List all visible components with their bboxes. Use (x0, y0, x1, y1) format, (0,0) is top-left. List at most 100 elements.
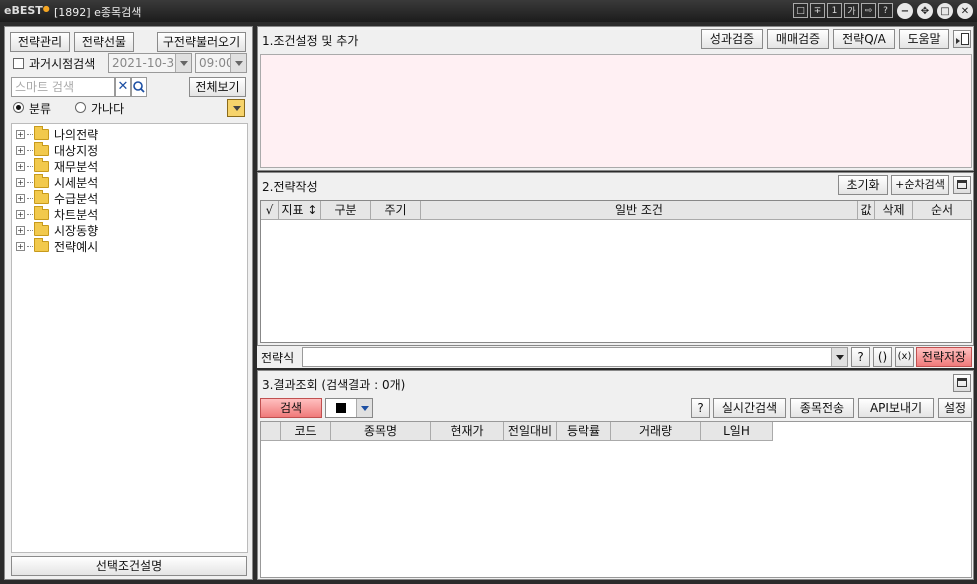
col-period[interactable]: 주기 (371, 201, 421, 220)
expand-panel-icon[interactable] (953, 374, 971, 392)
strategy-build-panel: 2.전략작성 초기화 +순차검색 √ 지표 ↕ 구분 주기 일반 조건 값 삭제… (257, 172, 974, 346)
send-stocks-button[interactable]: 종목전송 (790, 398, 854, 418)
col-change[interactable]: 전일대비 (504, 422, 557, 441)
col-change-rate[interactable]: 등락률 (557, 422, 611, 441)
radio-category[interactable] (13, 102, 24, 113)
expand-icon[interactable]: + (16, 209, 25, 219)
radio-alphabetical[interactable] (75, 102, 86, 113)
expand-icon[interactable]: + (16, 193, 25, 203)
tree-item[interactable]: + 시장동향 (16, 221, 98, 238)
folder-menu-icon[interactable] (227, 99, 245, 117)
folder-icon (34, 189, 49, 204)
tree-item[interactable]: + 나의전략 (16, 125, 98, 142)
expand-icon[interactable]: + (16, 129, 25, 139)
tree-item[interactable]: + 수급분석 (16, 189, 98, 206)
link-group-icon[interactable]: 1 (827, 3, 842, 18)
realtime-search-button[interactable]: 실시간검색 (713, 398, 786, 418)
col-condition[interactable]: 일반 조건 (421, 201, 858, 220)
expand-icon[interactable]: + (16, 145, 25, 155)
results-panel: 3.결과조회 (검색결과 : 0개) 검색 ? 실시간검색 종목전송 API보내… (257, 370, 974, 580)
left-panel: 전략관리 전략선물 구전략불러오기 과거시점검색 2021-10-30 09:0… (4, 26, 253, 580)
strategy-grid: √ 지표 ↕ 구분 주기 일반 조건 값 삭제 순서 (260, 200, 972, 343)
color-dropdown-icon[interactable] (356, 399, 372, 417)
help-icon[interactable]: ? (878, 3, 893, 18)
not-button[interactable]: (x) (895, 347, 914, 367)
save-strategy-button[interactable]: 전략저장 (916, 347, 972, 367)
app-logo: eBEST● (4, 4, 50, 17)
panel-layout-icon[interactable] (953, 30, 971, 48)
search-icon[interactable] (131, 77, 147, 97)
strategy-expression-input[interactable] (302, 347, 848, 367)
col-delete[interactable]: 삭제 (875, 201, 913, 220)
condition-area[interactable] (260, 54, 972, 168)
view-all-button[interactable]: 전체보기 (189, 77, 246, 97)
font-size-icon[interactable]: 가 (844, 3, 859, 18)
window-mode-icon[interactable]: □ (793, 3, 808, 18)
clear-icon[interactable]: ✕ (115, 77, 131, 97)
maximize-icon[interactable]: □ (937, 3, 953, 19)
time-dropdown-icon[interactable] (230, 54, 246, 72)
reset-button[interactable]: 초기화 (838, 175, 888, 195)
paren-button[interactable]: () (873, 347, 892, 367)
strategy-tree: + 나의전략 + 대상지정 + 재무분석 + 시세분석 + 수급분석 + 차트분석 + 시장동… (11, 123, 248, 553)
help-button[interactable]: 도움말 (899, 29, 949, 49)
expand-icon[interactable]: + (16, 225, 25, 235)
col-order[interactable]: 순서 (913, 201, 971, 220)
results-help-button[interactable]: ? (691, 398, 710, 418)
strategy-qa-button[interactable]: 전략Q/A (833, 29, 895, 49)
api-export-button[interactable]: API보내기 (858, 398, 934, 418)
collapse-panel-icon[interactable] (953, 176, 971, 194)
results-grid-header: 코드 종목명 현재가 전일대비 등락률 거래량 L일H (261, 422, 773, 441)
col-extra[interactable]: L일H (701, 422, 773, 441)
col-check[interactable]: √ (261, 201, 279, 220)
date-dropdown-icon[interactable] (175, 54, 191, 72)
sequential-search-button[interactable]: +순차검색 (891, 175, 949, 195)
folder-icon (34, 157, 49, 172)
col-volume[interactable]: 거래량 (611, 422, 701, 441)
section1-title: 1.조건설정 및 추가 (262, 34, 359, 48)
condition-description-button[interactable]: 선택조건설명 (11, 556, 247, 576)
condition-setup-panel: 1.조건설정 및 추가 성과검증 매매검증 전략Q/A 도움말 (257, 26, 974, 171)
tree-item[interactable]: + 시세분석 (16, 173, 98, 190)
col-code[interactable]: 코드 (281, 422, 331, 441)
color-select[interactable] (325, 398, 373, 418)
tree-item[interactable]: + 전략예시 (16, 237, 98, 254)
radio-category-label: 분류 (29, 102, 52, 116)
col-value[interactable]: 값 (858, 201, 875, 220)
expression-help-button[interactable]: ? (851, 347, 870, 367)
export-icon[interactable]: ⇨ (861, 3, 876, 18)
minimize-icon[interactable]: − (897, 3, 913, 19)
pin-icon[interactable]: ∓ (810, 3, 825, 18)
tree-item[interactable]: + 차트분석 (16, 205, 98, 222)
expand-icon[interactable]: + (16, 241, 25, 251)
strategy-expression-row: 전략식 ? () (x) 전략저장 (257, 346, 974, 368)
move-icon[interactable]: ✥ (917, 3, 933, 19)
folder-icon (34, 173, 49, 188)
expand-icon[interactable]: + (16, 161, 25, 171)
folder-icon (34, 205, 49, 220)
col-type[interactable]: 구분 (321, 201, 371, 220)
strategy-manage-button[interactable]: 전략관리 (10, 32, 70, 52)
past-search-checkbox[interactable] (13, 58, 24, 69)
tree-item[interactable]: + 대상지정 (16, 141, 98, 158)
settings-button[interactable]: 설정 (938, 398, 972, 418)
col-indicator[interactable]: 지표 ↕ (279, 201, 321, 220)
performance-verify-button[interactable]: 성과검증 (701, 29, 763, 49)
load-old-strategy-button[interactable]: 구전략불러오기 (157, 32, 246, 52)
section3-title: 3.결과조회 (검색결과 : 0개) (262, 378, 406, 392)
folder-icon (34, 141, 49, 156)
col-stock-name[interactable]: 종목명 (331, 422, 431, 441)
expand-icon[interactable]: + (16, 177, 25, 187)
date-field[interactable]: 2021-10-30 (108, 53, 192, 73)
col-price[interactable]: 현재가 (431, 422, 504, 441)
search-button[interactable]: 검색 (260, 398, 322, 418)
color-swatch (336, 403, 346, 413)
trade-verify-button[interactable]: 매매검증 (767, 29, 829, 49)
smart-search-input[interactable]: 스마트 검색 (11, 77, 115, 97)
time-field[interactable]: 09:00 (195, 53, 247, 73)
expression-dropdown-icon[interactable] (831, 348, 847, 366)
tree-item[interactable]: + 재무분석 (16, 157, 98, 174)
strategy-gift-button[interactable]: 전략선물 (74, 32, 134, 52)
radio-selected-dot (16, 105, 21, 110)
close-icon[interactable]: ✕ (957, 3, 973, 19)
